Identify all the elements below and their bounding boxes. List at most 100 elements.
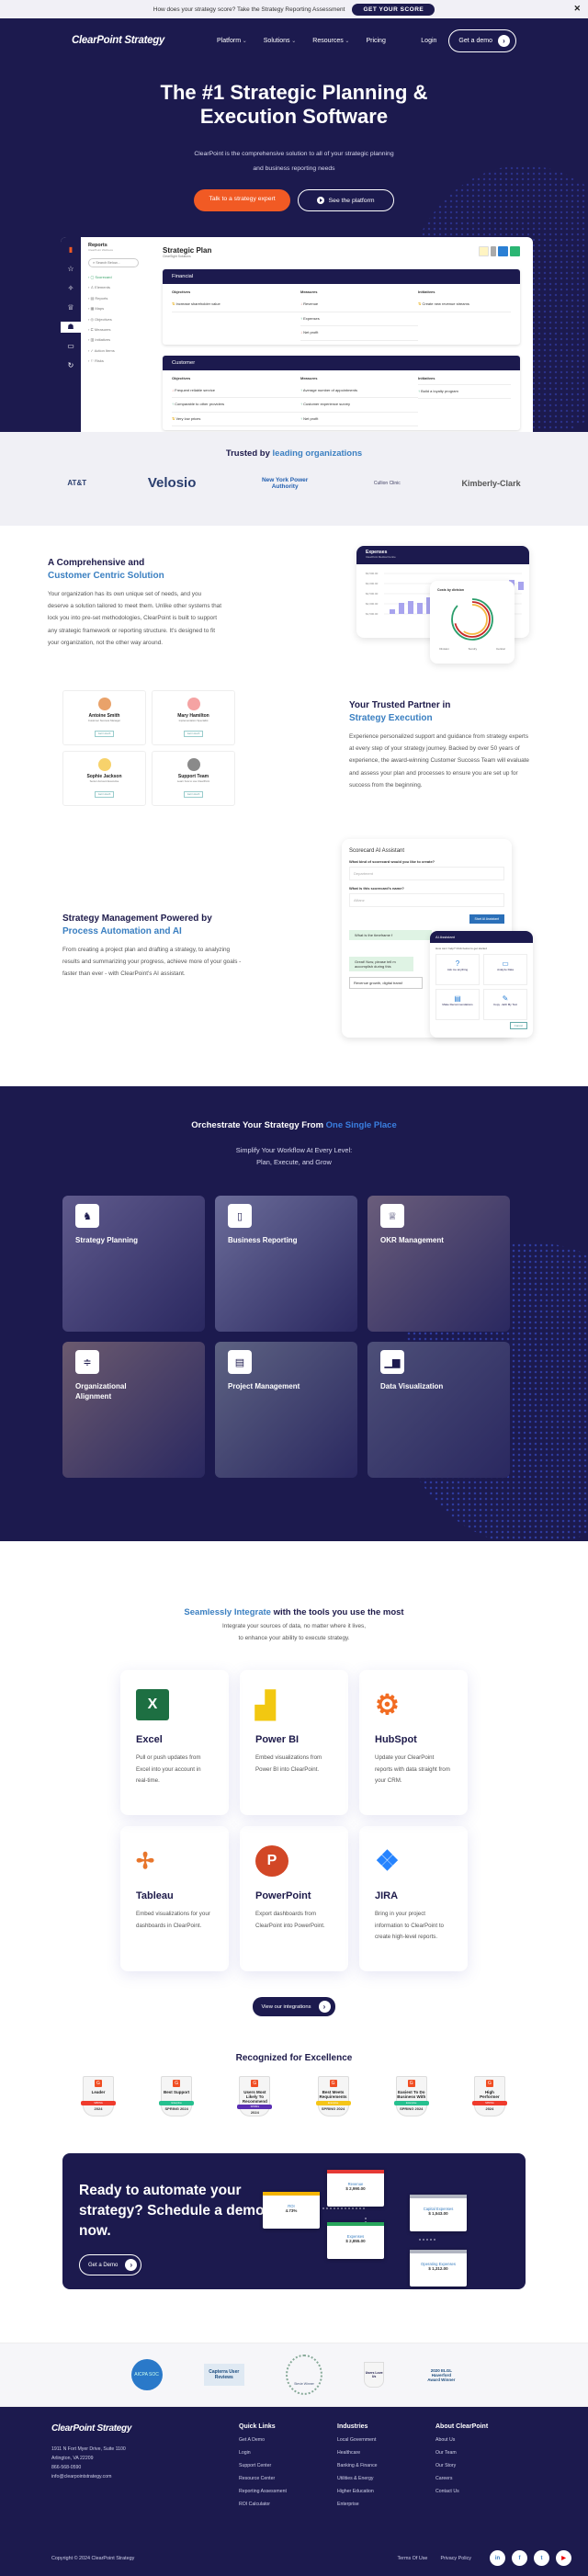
favorite-button[interactable] xyxy=(479,246,489,256)
solution-tile[interactable]: ♕ OKR Management xyxy=(368,1196,510,1332)
footer-link[interactable]: Our Team xyxy=(435,2446,537,2459)
scorecard-type-input[interactable]: Department xyxy=(349,867,504,880)
footer-link[interactable]: ROI Calculator xyxy=(239,2498,326,2511)
dropdown-button[interactable] xyxy=(491,246,496,256)
solution-tile[interactable]: ▤ Project Management xyxy=(215,1342,357,1478)
donut-chart-mock: Costs by division Division Sundry Central xyxy=(430,581,514,664)
facebook-icon[interactable]: f xyxy=(512,2550,527,2566)
ai-option[interactable]: ✎ Copy - Edit My Text xyxy=(483,989,527,1020)
get-in-touch-button[interactable]: Get in touch xyxy=(183,791,204,798)
share-button[interactable] xyxy=(498,246,508,256)
footer-link[interactable]: Contact Us xyxy=(435,2485,537,2498)
integrations-title: Seamlessly Integrate with the tools you … xyxy=(184,1607,404,1617)
footer-link[interactable]: Higher Education xyxy=(337,2485,424,2498)
avatar xyxy=(187,698,200,710)
scorecard-item[interactable]: ↓ Net profit xyxy=(300,326,418,341)
youtube-icon[interactable]: ▶ xyxy=(556,2550,571,2566)
ai-option[interactable]: ▤ Make Recommendations xyxy=(435,989,480,1020)
twitter-icon[interactable]: t xyxy=(534,2550,549,2566)
nav-platform[interactable]: Platform xyxy=(217,38,247,44)
ai-option-label: Copy - Edit My Text xyxy=(493,1003,517,1006)
tree-item[interactable]: › ✓ Action Items xyxy=(88,346,152,356)
footer-link[interactable]: Get A Demo xyxy=(239,2434,326,2446)
scorecard-item[interactable]: ↑ Expenses xyxy=(300,312,418,326)
tree-item[interactable]: › ▦ Maps xyxy=(88,303,152,313)
ai-option[interactable]: ▭ Analyze Data xyxy=(483,954,527,985)
scorecard-item[interactable]: ↑ Average number of appointments xyxy=(300,384,418,398)
close-icon[interactable]: ✕ xyxy=(573,4,581,14)
bar xyxy=(408,601,413,614)
footer-link[interactable]: Login xyxy=(239,2446,326,2459)
scorecard-item[interactable]: ↑ Customer experience survey xyxy=(300,398,418,413)
ai-option[interactable]: ? Ask me anything xyxy=(435,954,480,985)
linkedin-icon[interactable]: in xyxy=(490,2550,505,2566)
logo[interactable]: ClearPoint Strategy xyxy=(72,35,208,46)
tree-item[interactable]: › ♙ Elements xyxy=(88,282,152,292)
footer-logo[interactable]: ClearPoint Strategy xyxy=(51,2423,187,2434)
footer-link[interactable]: Careers xyxy=(435,2472,537,2485)
scorecard-item[interactable]: ↑ Comparable to other providers xyxy=(172,398,300,413)
scorecard-item[interactable]: ↓ Revenue xyxy=(300,298,418,312)
start-ai-button[interactable]: Start AI Assistant xyxy=(469,914,504,924)
talk-to-expert-button[interactable]: Talk to a strategy expert xyxy=(194,189,290,211)
tree-item[interactable]: › ⚐ Risks xyxy=(88,356,152,366)
tree-item[interactable]: › ▥ Initiatives xyxy=(88,335,152,345)
feature3-body: From creating a project plan and draftin… xyxy=(62,947,242,978)
calendar-icon: ▭ xyxy=(67,342,74,350)
footer-link[interactable]: Healthcare xyxy=(337,2446,424,2459)
integration-card[interactable]: ✢ Tableau Embed visualizations for your da… xyxy=(120,1826,229,1971)
get-score-button[interactable]: GET YOUR SCORE xyxy=(352,3,435,16)
get-in-touch-button[interactable]: Get in touch xyxy=(183,731,204,737)
tree-item[interactable]: › ▢ Scorecard xyxy=(88,272,152,282)
see-platform-button[interactable]: See the platform xyxy=(297,189,394,211)
scorecard-item[interactable]: ↑ Net profit xyxy=(300,413,418,426)
footer-link[interactable]: Utilities & Energy xyxy=(337,2472,424,2485)
privacy-link[interactable]: Privacy Policy xyxy=(440,2556,471,2561)
scorecard-item[interactable]: ↑ Build a loyalty program xyxy=(418,385,511,399)
solution-tile[interactable]: ♞ Strategy Planning xyxy=(62,1196,205,1332)
get-in-touch-button[interactable]: Get in touch xyxy=(94,731,115,737)
integration-desc: Update your ClearPoint reports with data… xyxy=(375,1754,450,1785)
solution-tile[interactable]: ▯ Business Reporting xyxy=(215,1196,357,1332)
terms-link[interactable]: Terms Of Use xyxy=(397,2556,427,2561)
chat-input[interactable]: Revenue growth, digital transf xyxy=(349,977,423,989)
nav-solutions[interactable]: Solutions xyxy=(264,38,297,44)
footer-link[interactable]: Banking & Finance xyxy=(337,2459,424,2472)
tree-item[interactable]: › ▤ Reports xyxy=(88,293,152,303)
scorecard-item[interactable]: ⇅ Very low prices xyxy=(172,413,300,426)
cancel-button[interactable]: Cancel xyxy=(509,1022,527,1029)
login-link[interactable]: Login xyxy=(421,38,436,44)
objectives-column: Objectives ⇅ Increase shareholder value xyxy=(172,289,300,341)
footer-link[interactable]: About Us xyxy=(435,2434,537,2446)
footer-link[interactable]: Reporting Assessment xyxy=(239,2485,326,2498)
footer-link[interactable]: Support Center xyxy=(239,2459,326,2472)
scorecard-item[interactable]: ↓ Frequent reliable service xyxy=(172,384,300,398)
scorecard-item[interactable]: ⇅ Create new revenue streams xyxy=(418,298,511,312)
hierarchy-icon: ☗ xyxy=(61,322,81,333)
nav-pricing[interactable]: Pricing xyxy=(366,38,385,44)
footer-email[interactable]: info@clearpointstrategy.com xyxy=(51,2472,218,2481)
solution-tile[interactable]: ▁▆ Data Visualization xyxy=(368,1342,510,1478)
get-demo-button[interactable]: Get a demo › xyxy=(448,28,516,52)
integration-card[interactable]: P PowerPoint Export dashboards from ClearP… xyxy=(240,1826,348,1971)
scorecard-name-input[interactable]: Allianz xyxy=(349,893,504,907)
tree-item[interactable]: › ⊏ Measures xyxy=(88,324,152,335)
integration-card[interactable]: ⚙ HubSpot Update your ClearPoint reports w… xyxy=(359,1670,468,1815)
integration-card[interactable]: X Excel Pull or push updates from Excel in… xyxy=(120,1670,229,1815)
integration-card[interactable]: ▟ Power BI Embed visualizations from Power… xyxy=(240,1670,348,1815)
footer-phone[interactable]: 866-568-0590 xyxy=(51,2463,218,2472)
scorecard-item[interactable]: ⇅ Increase shareholder value xyxy=(172,298,300,312)
feature2-title: Your Trusted Partner in Strategy Executio… xyxy=(349,700,451,723)
footer-link[interactable]: Our Story xyxy=(435,2459,537,2472)
get-in-touch-button[interactable]: Get in touch xyxy=(94,791,115,798)
view-integrations-button[interactable]: View our integrations › xyxy=(253,1997,335,2016)
footer-link[interactable]: Local Government xyxy=(337,2434,424,2446)
footer-link[interactable]: Resource Center xyxy=(239,2472,326,2485)
footer-link[interactable]: Enterprise xyxy=(337,2498,424,2511)
nav-resources[interactable]: Resources xyxy=(312,38,349,44)
tree-item[interactable]: › ◎ Objectives xyxy=(88,314,152,324)
export-button[interactable] xyxy=(510,246,520,256)
integration-card[interactable]: ❖ JIRA Bring in your project information t… xyxy=(359,1826,468,1971)
tree-search[interactable]: ⌕ Search Below... xyxy=(88,258,139,267)
solution-tile[interactable]: ≑ Organizational Alignment xyxy=(62,1342,205,1478)
